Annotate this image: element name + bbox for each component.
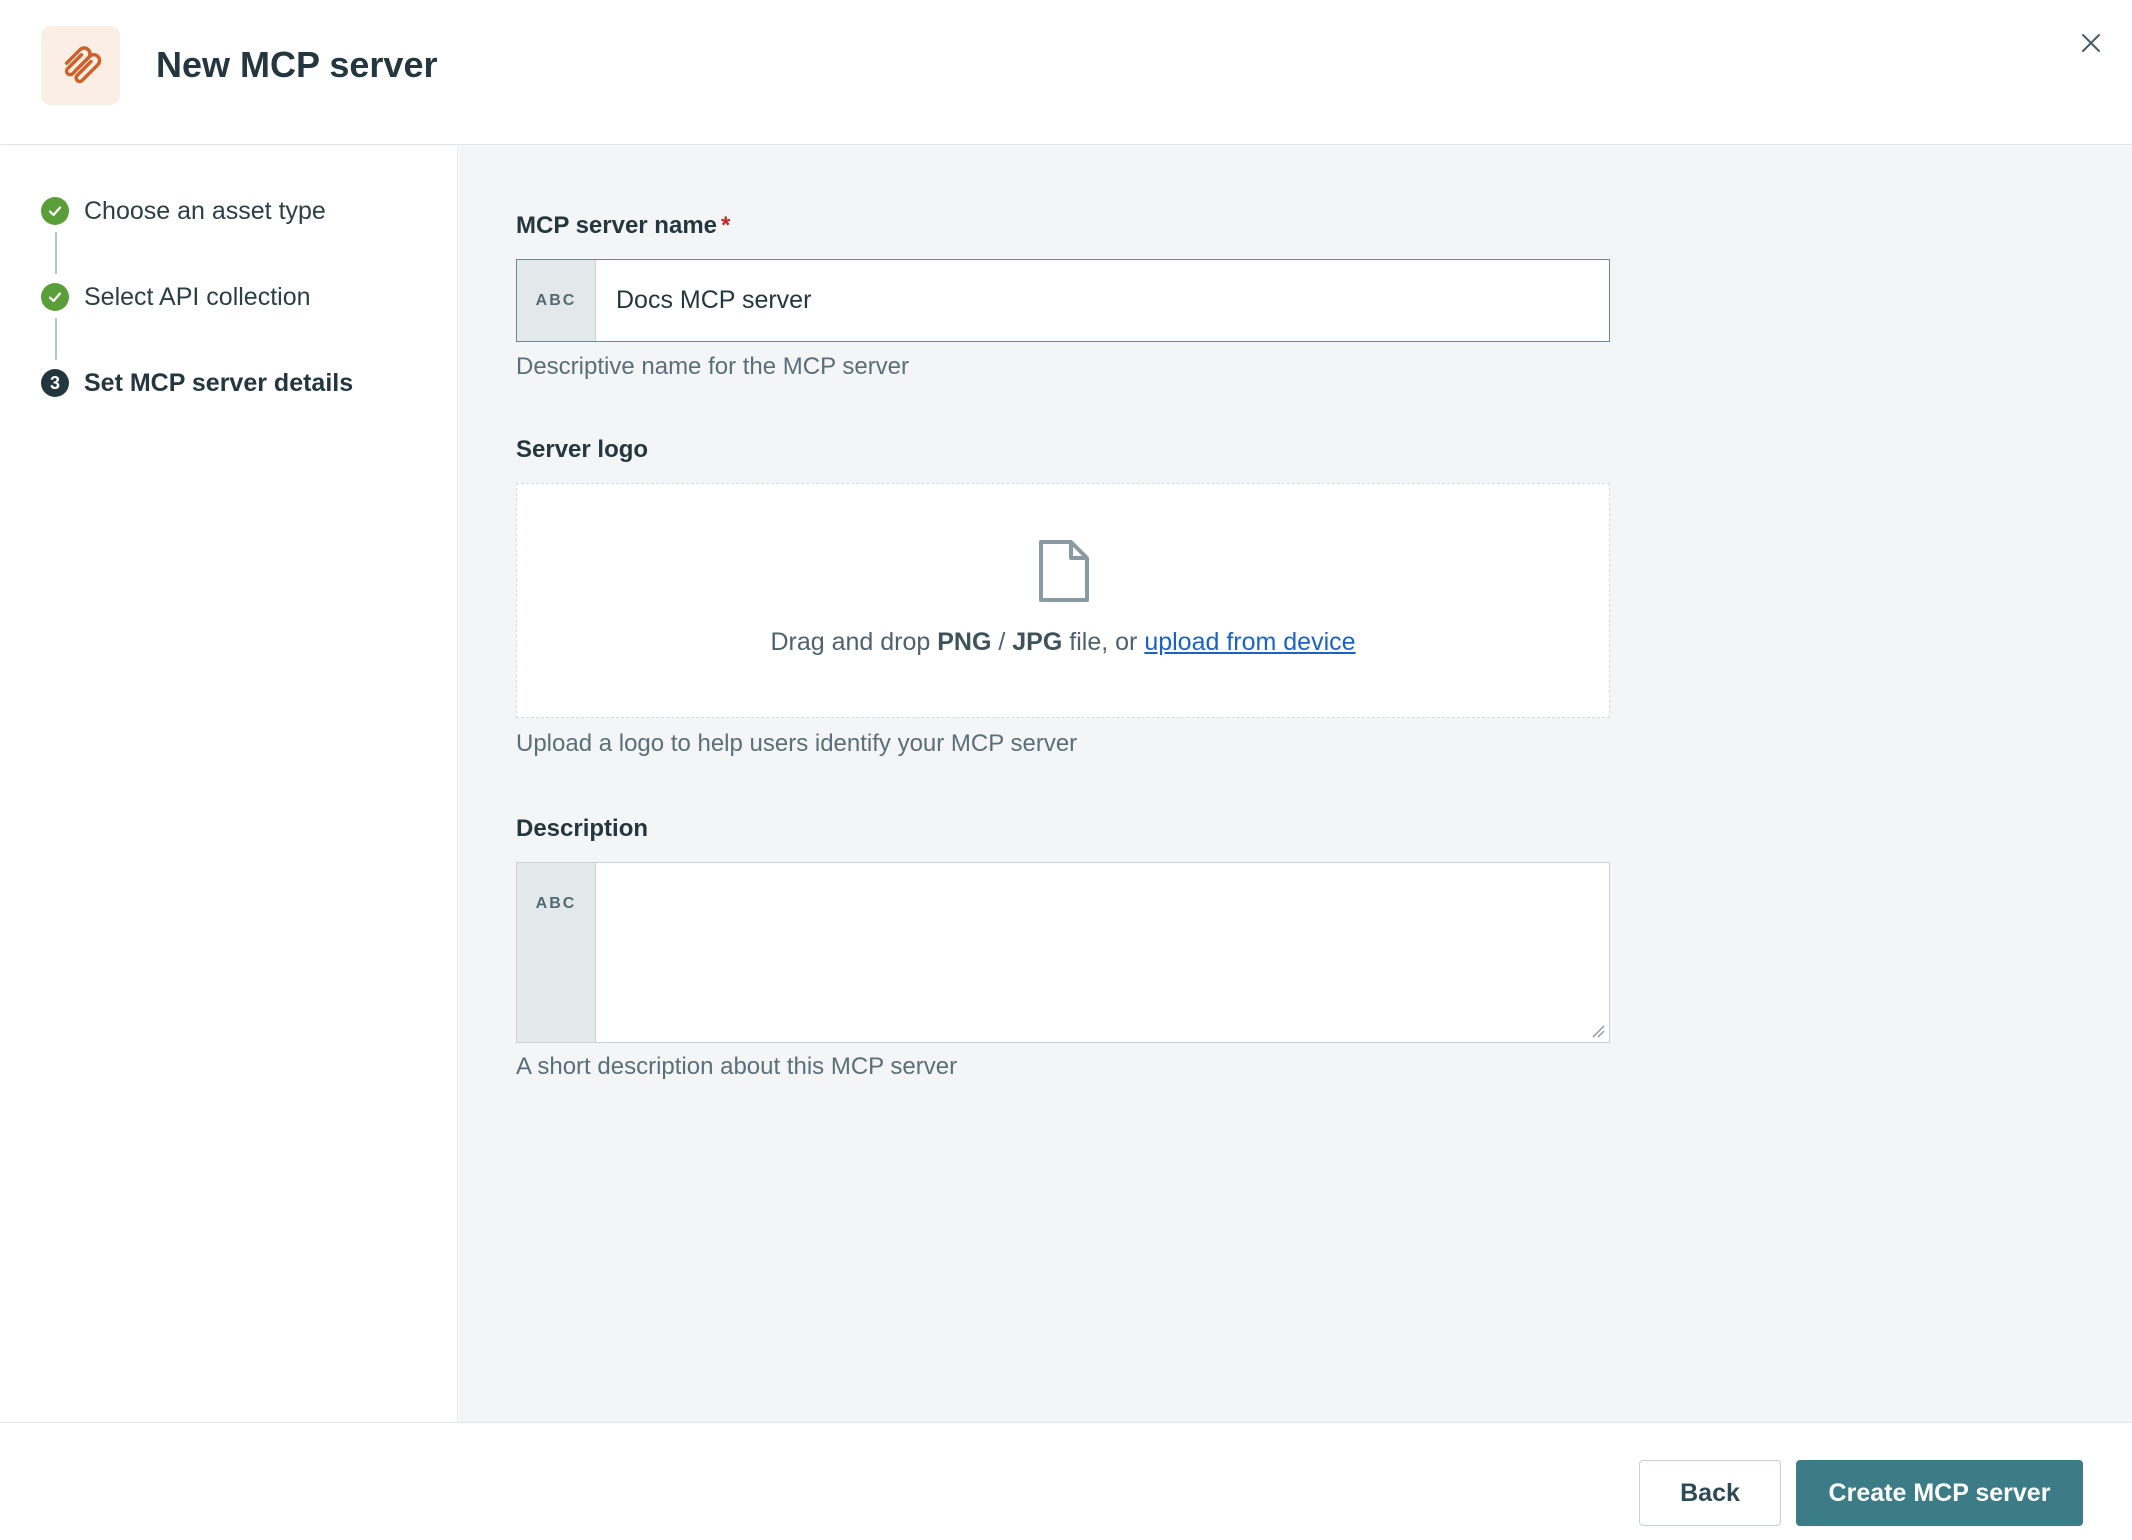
step-label: Set MCP server details (84, 368, 354, 397)
step-label: Select API collection (84, 282, 311, 311)
page-title: New MCP server (156, 44, 438, 85)
drop-prefix: Drag and drop (770, 628, 931, 656)
drop-middle: file, or (1069, 628, 1138, 656)
form-panel: MCP server name* ABC Descriptive name fo… (459, 146, 2132, 1422)
format-png: PNG (937, 628, 992, 656)
name-hint: Descriptive name for the MCP server (516, 353, 910, 380)
step-number-badge: 3 (41, 369, 69, 397)
create-mcp-server-button[interactable]: Create MCP server (1796, 1460, 2083, 1526)
modal-footer: Back Create MCP server (0, 1422, 2132, 1540)
step-choose-asset-type[interactable]: Choose an asset type (41, 191, 326, 231)
format-separator: / (998, 628, 1006, 656)
logo-field-label: Server logo (516, 436, 649, 463)
resize-handle-icon[interactable] (1591, 1024, 1605, 1038)
text-type-badge: ABC (517, 863, 596, 1042)
check-icon (48, 292, 62, 303)
description-field-label: Description (516, 815, 649, 842)
name-input-wrapper: ABC (516, 259, 1610, 342)
back-button[interactable]: Back (1639, 1460, 1781, 1526)
step-complete-marker (41, 283, 69, 311)
logo-hint: Upload a logo to help users identify you… (516, 730, 1078, 757)
description-hint: A short description about this MCP serve… (516, 1053, 958, 1080)
text-type-badge: ABC (517, 260, 596, 341)
close-button[interactable] (2074, 26, 2108, 60)
step-label: Choose an asset type (84, 196, 326, 225)
app-logo (41, 26, 120, 105)
logo-dropzone[interactable]: Drag and drop PNG / JPG file, or upload … (516, 483, 1610, 718)
file-icon (1039, 540, 1089, 602)
modal-header: New MCP server (0, 0, 2132, 145)
description-input-wrapper: ABC (516, 862, 1610, 1043)
server-name-input[interactable] (596, 260, 1609, 341)
upload-from-device-link[interactable]: upload from device (1144, 628, 1355, 656)
check-icon (48, 206, 62, 217)
description-textarea[interactable] (596, 863, 1609, 1042)
step-connector (55, 232, 57, 274)
dropzone-text: Drag and drop PNG / JPG file, or upload … (517, 628, 1609, 657)
paperclip-icon (64, 45, 101, 83)
close-icon (2082, 34, 2100, 52)
step-select-api-collection[interactable]: Select API collection (41, 277, 311, 317)
stepper-sidebar: Choose an asset type Select API collecti… (0, 146, 458, 1422)
name-field-label: MCP server name * (516, 212, 730, 240)
required-marker: * (721, 212, 731, 239)
format-jpg: JPG (1012, 628, 1063, 656)
name-label-text: MCP server name (516, 212, 717, 239)
step-complete-marker (41, 197, 69, 225)
step-connector (55, 318, 57, 360)
step-set-server-details[interactable]: 3 Set MCP server details (41, 363, 353, 403)
